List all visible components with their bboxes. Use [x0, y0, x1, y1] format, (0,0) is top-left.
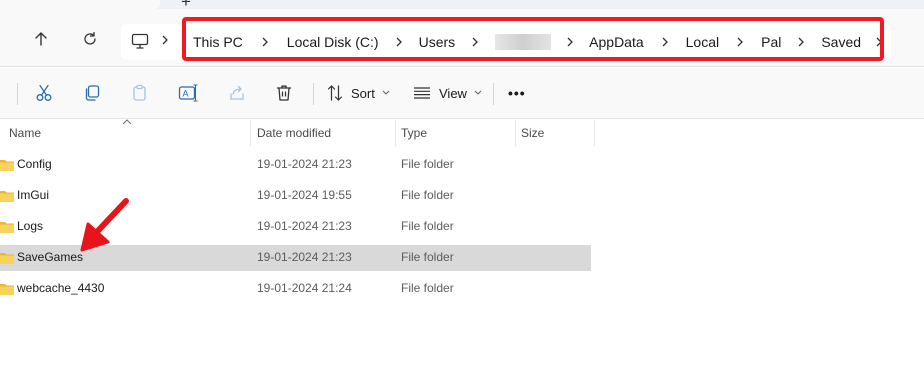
column-header-type[interactable]: Type [401, 126, 427, 140]
folder-icon [0, 191, 14, 202]
more-options-icon: ••• [508, 85, 526, 101]
file-date-modified: 19-01-2024 21:24 [257, 281, 352, 295]
view-label: View [439, 85, 467, 101]
file-type: File folder [401, 250, 454, 264]
tab-current[interactable] [0, 0, 160, 9]
copy-button[interactable] [83, 82, 101, 104]
file-row[interactable]: webcache_4430 19-01-2024 21:24 File folder [0, 276, 591, 302]
trash-icon [276, 85, 292, 101]
folder-icon [0, 284, 14, 295]
copy-icon [85, 85, 100, 101]
arrow-up-icon [35, 32, 47, 46]
folder-icon [0, 160, 14, 171]
file-type: File folder [401, 157, 454, 171]
sort-label: Sort [351, 85, 375, 101]
folder-icon [0, 253, 14, 264]
file-type: File folder [401, 281, 454, 295]
folder-icon [0, 222, 14, 233]
file-name: webcache_4430 [17, 281, 105, 295]
column-divider[interactable] [594, 120, 595, 146]
up-button[interactable] [31, 29, 51, 49]
column-header-size[interactable]: Size [521, 126, 544, 140]
view-lines-icon [414, 87, 430, 99]
file-name: Logs [17, 219, 44, 233]
sort-button[interactable]: Sort [327, 82, 391, 104]
column-divider[interactable] [395, 120, 396, 146]
file-date-modified: 19-01-2024 21:23 [257, 219, 352, 233]
file-type: File folder [401, 219, 454, 233]
column-header-date[interactable]: Date modified [257, 126, 331, 140]
sort-icon [327, 85, 343, 101]
chevron-right-icon[interactable] [151, 34, 179, 46]
file-explorer-window: + This PC Local Disk (C:) Users AppData … [0, 0, 924, 369]
file-type: File folder [401, 188, 454, 202]
paste-button[interactable] [131, 82, 149, 104]
rename-icon: A [178, 84, 198, 102]
monitor-icon [131, 33, 149, 49]
refresh-button[interactable] [80, 29, 100, 49]
share-button[interactable] [228, 82, 246, 104]
command-bar: A Sort View ••• [0, 68, 924, 119]
column-header-name[interactable]: Name [9, 126, 41, 140]
column-header-row: Name Date modified Type Size [0, 120, 924, 146]
rename-button[interactable]: A [178, 82, 198, 104]
address-highlight-box [182, 17, 884, 61]
red-pointer-arrow [80, 198, 129, 252]
share-icon [230, 85, 244, 100]
delete-button[interactable] [275, 82, 293, 104]
cut-button[interactable] [35, 82, 53, 104]
more-options-button[interactable]: ••• [508, 82, 526, 104]
file-row[interactable]: Config 19-01-2024 21:23 File folder [0, 152, 591, 178]
toolbar-divider [493, 83, 494, 105]
toolbar-divider [17, 83, 18, 105]
file-date-modified: 19-01-2024 19:55 [257, 188, 352, 202]
toolbar-divider [313, 83, 314, 105]
file-date-modified: 19-01-2024 21:23 [257, 250, 352, 264]
svg-text:A: A [183, 89, 189, 99]
scissors-icon [36, 84, 52, 101]
refresh-icon [84, 31, 96, 45]
column-divider[interactable] [250, 120, 251, 146]
chevron-down-icon [474, 90, 482, 95]
file-date-modified: 19-01-2024 21:23 [257, 157, 352, 171]
view-button[interactable]: View [413, 82, 483, 104]
tab-strip [0, 0, 924, 9]
file-name: ImGui [17, 188, 50, 202]
column-divider[interactable] [515, 120, 516, 146]
chevron-down-icon [382, 90, 390, 95]
file-name: Config [17, 157, 52, 171]
clipboard-icon [133, 84, 146, 101]
